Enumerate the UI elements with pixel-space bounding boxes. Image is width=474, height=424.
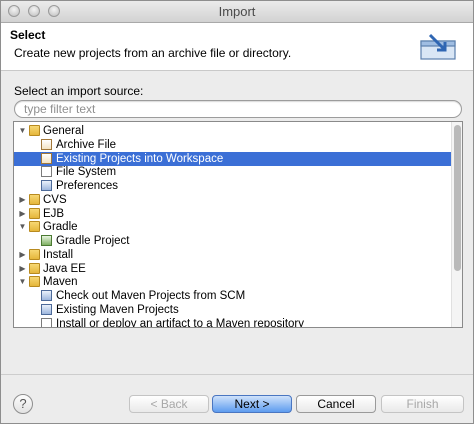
tree-item-label: Preferences — [56, 180, 119, 192]
folder-icon — [29, 125, 40, 136]
tree-item-label: Archive File — [56, 138, 117, 151]
tree-item[interactable]: ▶ CVS — [14, 193, 451, 207]
expand-arrow-icon[interactable]: ▶ — [18, 262, 27, 276]
wizard-header: Select Create new projects from an archi… — [1, 23, 473, 71]
tree-item-label: EJB — [43, 207, 65, 220]
next-button[interactable]: Next > — [212, 395, 292, 413]
button-bar-divider — [1, 374, 473, 375]
folder-icon — [29, 221, 40, 233]
back-button[interactable]: < Back — [129, 395, 209, 413]
collapse-arrow-icon[interactable]: ▼ — [18, 220, 27, 234]
tree-item-label: Gradle — [43, 221, 78, 234]
tree-item-label: Existing Projects into Workspace — [56, 152, 224, 165]
preferences-icon — [41, 180, 52, 191]
tree-item-label: Install or deploy an artifact to a Maven… — [56, 317, 305, 328]
title-bar[interactable]: Import — [1, 1, 473, 23]
page-description: Create new projects from an archive file… — [14, 46, 292, 60]
expand-arrow-icon[interactable]: ▶ — [18, 248, 27, 262]
help-icon: ? — [19, 396, 27, 411]
tree-item[interactable]: Install or deploy an artifact to a Maven… — [14, 317, 451, 328]
folder-icon — [29, 262, 40, 274]
tree-item[interactable]: Archive File — [14, 138, 451, 152]
tree-item[interactable]: ▼ Maven — [14, 275, 451, 289]
tree-item[interactable]: ▶ EJB — [14, 207, 451, 221]
expand-arrow-icon[interactable]: ▶ — [18, 193, 27, 207]
import-dialog: Import Select Create new projects from a… — [0, 0, 474, 424]
expand-arrow-icon[interactable]: ▶ — [18, 207, 27, 221]
tree-item-label: Gradle Project — [56, 235, 130, 247]
filter-input[interactable] — [14, 100, 462, 118]
file-system-icon — [41, 166, 52, 178]
tree-item[interactable]: Existing Maven Projects — [14, 303, 451, 317]
maven-scm-icon — [41, 290, 52, 301]
maven-artifact-icon — [41, 317, 52, 327]
tree-item-label: Check out Maven Projects from SCM — [56, 290, 246, 302]
collapse-arrow-icon[interactable]: ▼ — [18, 275, 27, 289]
cancel-button[interactable]: Cancel — [296, 395, 376, 413]
collapse-arrow-icon[interactable]: ▼ — [18, 124, 27, 138]
tree-item-label: Java EE — [43, 262, 86, 275]
existing-projects-icon — [41, 152, 52, 164]
scrollbar-thumb[interactable] — [454, 125, 461, 271]
folder-icon — [29, 207, 40, 219]
finish-button[interactable]: Finish — [381, 395, 464, 413]
help-button[interactable]: ? — [13, 394, 33, 414]
tree-item-label: Existing Maven Projects — [56, 303, 179, 316]
tree-item[interactable]: File System — [14, 165, 451, 179]
import-source-label: Select an import source: — [14, 84, 144, 98]
window-title: Import — [218, 4, 256, 19]
folder-icon — [29, 248, 40, 260]
tree-item[interactable]: Existing Projects into Workspace — [14, 151, 451, 166]
tree-scrollbar[interactable] — [451, 122, 462, 327]
tree-item[interactable]: ▶ Install — [14, 248, 451, 262]
archive-file-icon — [41, 138, 52, 150]
import-source-tree[interactable]: ▼ General Archive File Existing Projects in… — [13, 121, 463, 328]
tree-item-label: Maven — [43, 276, 78, 289]
folder-icon — [29, 193, 40, 205]
tree-item-label: Install — [43, 248, 74, 261]
tree-item[interactable]: Gradle Project — [14, 234, 451, 248]
tree-item-label: CVS — [43, 193, 67, 206]
maven-projects-icon — [41, 303, 52, 315]
tree-item[interactable]: ▼ General — [14, 124, 451, 138]
tree-item-label: General — [43, 125, 84, 137]
folder-icon — [29, 276, 40, 288]
tree-item[interactable]: ▶ Java EE — [14, 262, 451, 276]
tree-item[interactable]: Preferences — [14, 179, 451, 193]
import-wizard-icon — [420, 33, 456, 60]
gradle-project-icon — [41, 235, 52, 246]
tree-item-label: File System — [56, 166, 117, 179]
tree-item[interactable]: Check out Maven Projects from SCM — [14, 289, 451, 303]
tree-item[interactable]: ▼ Gradle — [14, 220, 451, 234]
page-title: Select — [10, 28, 46, 42]
